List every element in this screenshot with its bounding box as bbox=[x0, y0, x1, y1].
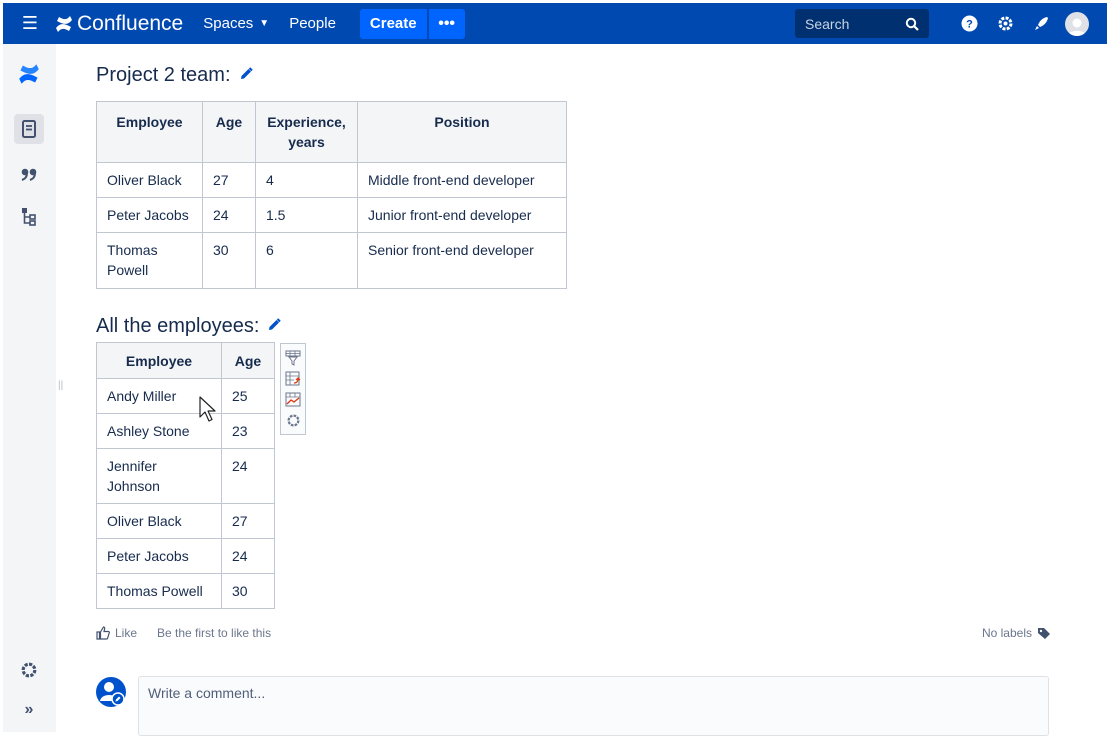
space-settings-gear-icon[interactable] bbox=[14, 655, 44, 685]
cell-age: 27 bbox=[221, 503, 275, 539]
search-input[interactable]: Search bbox=[795, 9, 929, 38]
cell-experience: 6 bbox=[255, 232, 358, 289]
sidebar-resize-handle[interactable]: || bbox=[58, 380, 63, 391]
table-header-row: Employee Age Experience, years Position bbox=[96, 101, 567, 163]
cell-employee: Oliver Black bbox=[96, 162, 203, 198]
chart-from-table-icon[interactable] bbox=[283, 389, 303, 410]
help-icon[interactable]: ? bbox=[951, 15, 987, 32]
project-team-table: Employee Age Experience, years Position … bbox=[96, 101, 567, 289]
menu-icon[interactable]: ☰ bbox=[15, 13, 45, 34]
cell-experience: 4 bbox=[255, 162, 358, 198]
no-labels-text: No labels bbox=[981, 626, 1032, 640]
confluence-logo[interactable]: Confluence bbox=[55, 12, 183, 36]
labels-link[interactable]: No labels bbox=[982, 626, 1051, 640]
like-button[interactable]: Like bbox=[96, 626, 137, 640]
section-title-all-employees: All the employees: bbox=[96, 315, 282, 338]
chevron-down-icon: ▼ bbox=[259, 18, 270, 29]
user-avatar[interactable] bbox=[1065, 11, 1089, 36]
section-title-text: All the employees: bbox=[96, 315, 260, 337]
spaces-menu[interactable]: Spaces ▼ bbox=[203, 15, 269, 32]
cell-age: 27 bbox=[202, 162, 256, 198]
all-employees-table: Employee Age Andy Miller 25 Ashley Stone 2… bbox=[96, 342, 275, 609]
edit-pencil-icon[interactable] bbox=[239, 64, 253, 87]
cell-age: 30 bbox=[221, 573, 275, 609]
edit-pencil-icon[interactable] bbox=[267, 315, 282, 338]
cell-age: 30 bbox=[202, 232, 256, 289]
cell-employee: Peter Jacobs bbox=[96, 538, 222, 574]
thumbs-up-icon bbox=[96, 626, 110, 640]
pages-icon[interactable] bbox=[14, 114, 44, 144]
more-create-options-button[interactable]: ••• bbox=[428, 8, 465, 39]
column-header-position: Position bbox=[357, 101, 567, 163]
spaces-label: Spaces bbox=[203, 15, 254, 32]
cell-position: Middle front-end developer bbox=[357, 162, 567, 198]
comment-input[interactable]: Write a comment... bbox=[138, 676, 1049, 736]
table-row: Oliver Black 27 bbox=[96, 503, 275, 539]
svg-text:?: ? bbox=[966, 19, 973, 31]
people-label: People bbox=[289, 15, 336, 32]
cell-age: 25 bbox=[221, 378, 275, 414]
mouse-pointer-icon bbox=[199, 396, 216, 422]
section-title-text: Project 2 team: bbox=[96, 64, 231, 86]
column-header-experience: Experience, years bbox=[255, 101, 358, 163]
cell-position: Senior front-end developer bbox=[357, 232, 567, 289]
top-navigation: ☰ Confluence Spaces ▼ People Create ••• … bbox=[3, 3, 1107, 44]
search-placeholder: Search bbox=[805, 15, 850, 32]
cell-age: 24 bbox=[202, 197, 256, 233]
table-filter-icon[interactable] bbox=[283, 347, 303, 368]
cell-position: Junior front-end developer bbox=[357, 197, 567, 233]
cell-employee: Peter Jacobs bbox=[96, 197, 203, 233]
table-settings-gear-icon[interactable] bbox=[283, 410, 303, 431]
page-tree-icon[interactable] bbox=[14, 202, 44, 232]
sidebar: » bbox=[3, 44, 56, 732]
table-header-row: Employee Age bbox=[96, 342, 275, 379]
table-row: Oliver Black 27 4 Middle front-end devel… bbox=[96, 162, 567, 198]
table-row: Thomas Powell 30 bbox=[96, 573, 275, 609]
confluence-logo-icon bbox=[56, 15, 72, 32]
table-row: Jennifer Johnson 24 bbox=[96, 448, 275, 504]
top-right-icons: ? bbox=[951, 3, 1107, 44]
comment-placeholder: Write a comment... bbox=[148, 685, 266, 701]
create-button[interactable]: Create bbox=[359, 8, 427, 39]
column-header-age: Age bbox=[202, 101, 256, 163]
table-row: Thomas Powell 30 6 Senior front-end deve… bbox=[96, 232, 567, 289]
table-row: Ashley Stone 23 bbox=[96, 413, 275, 449]
cell-employee: Thomas Powell bbox=[96, 573, 222, 609]
table-row: Andy Miller 25 bbox=[96, 378, 275, 414]
settings-gear-icon[interactable] bbox=[987, 15, 1023, 32]
cell-age: 24 bbox=[221, 448, 275, 504]
expand-sidebar-icon[interactable]: » bbox=[14, 695, 44, 725]
confluence-logo-icon[interactable] bbox=[14, 59, 44, 89]
cell-employee: Oliver Black bbox=[96, 503, 222, 539]
column-header-employee: Employee bbox=[96, 101, 203, 163]
like-label: Like bbox=[115, 626, 138, 640]
people-link[interactable]: People bbox=[289, 15, 336, 32]
table-tools-toolbar bbox=[280, 343, 306, 435]
like-status-text: Be the first to like this bbox=[157, 626, 272, 640]
blog-quote-icon[interactable] bbox=[14, 159, 44, 189]
search-icon bbox=[905, 17, 919, 31]
table-row: Peter Jacobs 24 bbox=[96, 538, 275, 574]
cell-experience: 1.5 bbox=[255, 197, 358, 233]
cell-employee: Thomas Powell bbox=[96, 232, 203, 289]
notifications-rocket-icon[interactable] bbox=[1023, 15, 1059, 32]
column-header-age: Age bbox=[221, 342, 275, 379]
section-title-project-2-team: Project 2 team: bbox=[96, 64, 253, 87]
column-header-employee: Employee bbox=[96, 342, 222, 379]
cell-age: 23 bbox=[221, 413, 275, 449]
commenter-avatar bbox=[96, 677, 126, 707]
table-row: Peter Jacobs 24 1.5 Junior front-end dev… bbox=[96, 197, 567, 233]
cell-employee: Jennifer Johnson bbox=[96, 448, 222, 504]
app-name: Confluence bbox=[77, 11, 184, 35]
cell-age: 24 bbox=[221, 538, 275, 574]
page-footer: Like Be the first to like this No labels bbox=[96, 626, 1051, 640]
label-tag-icon bbox=[1038, 627, 1050, 639]
table-transformer-icon[interactable] bbox=[283, 368, 303, 389]
